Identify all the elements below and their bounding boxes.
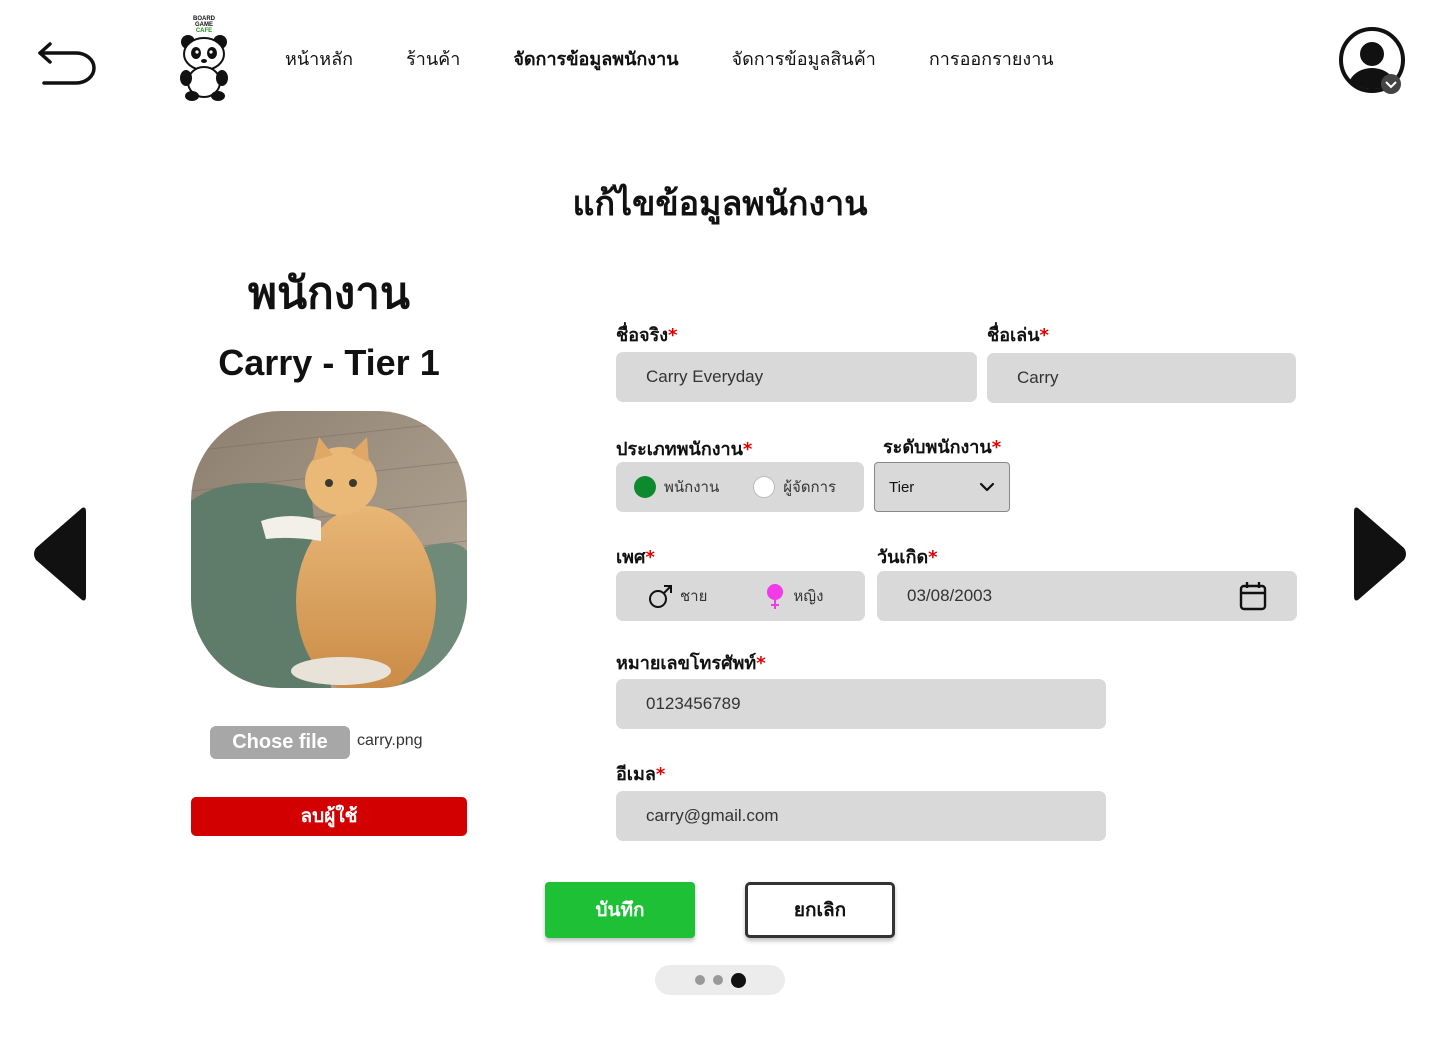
birthdate-label: วันเกิด* bbox=[877, 547, 938, 568]
gender-radio-group: ชาย หญิง bbox=[616, 571, 865, 621]
nav-shop[interactable]: ร้านค้า bbox=[406, 46, 460, 74]
nav-product-management[interactable]: จัดการข้อมูลสินค้า bbox=[732, 46, 876, 74]
main-nav: หน้าหลัก ร้านค้า จัดการข้อมูลพนักงาน จัด… bbox=[285, 46, 1107, 74]
page-dot-3[interactable] bbox=[730, 972, 746, 988]
real-name-field[interactable] bbox=[616, 352, 977, 402]
page-dot-1[interactable] bbox=[694, 975, 705, 985]
page-title: แก้ไขข้อมูลพนักงาน bbox=[572, 184, 868, 224]
required-mark: * bbox=[668, 325, 678, 346]
phone-field[interactable] bbox=[616, 679, 1106, 729]
delete-user-button[interactable]: ลบผู้ใช้ bbox=[191, 797, 467, 836]
birthdate-input[interactable] bbox=[907, 586, 1207, 606]
employee-level-value: Tier bbox=[889, 478, 915, 496]
employee-level-label: ระดับพนักงาน* bbox=[883, 437, 1002, 458]
nav-reports[interactable]: การออกรายงาน bbox=[929, 46, 1054, 74]
radio-selected-icon bbox=[634, 476, 656, 498]
user-avatar-icon bbox=[1339, 27, 1405, 94]
panda-icon bbox=[180, 35, 228, 101]
next-employee-button[interactable] bbox=[1352, 504, 1408, 604]
back-arrow-icon bbox=[38, 42, 96, 85]
email-field[interactable] bbox=[616, 791, 1106, 841]
required-mark: * bbox=[756, 653, 766, 674]
phone-label: หมายเลขโทรศัพท์* bbox=[616, 653, 766, 674]
required-mark: * bbox=[928, 547, 938, 568]
required-mark: * bbox=[991, 437, 1002, 458]
required-mark: * bbox=[742, 439, 753, 460]
nickname-input[interactable] bbox=[1017, 368, 1296, 388]
page-indicator bbox=[655, 965, 785, 995]
user-menu[interactable] bbox=[1338, 26, 1408, 96]
triangle-left-icon bbox=[34, 507, 86, 601]
real-name-input[interactable] bbox=[646, 367, 977, 387]
gender-option-female[interactable]: หญิง bbox=[765, 582, 823, 610]
phone-input[interactable] bbox=[646, 694, 1106, 714]
email-input[interactable] bbox=[646, 806, 1106, 826]
logo[interactable]: BOARD GAME CAFE bbox=[172, 16, 236, 104]
chevron-down-icon bbox=[979, 482, 995, 492]
back-button[interactable] bbox=[36, 36, 100, 88]
male-icon bbox=[649, 585, 672, 608]
gender-label: เพศ* bbox=[616, 547, 655, 568]
employee-type-option-manager[interactable]: ผู้จัดการ bbox=[753, 475, 836, 499]
nav-employee-management[interactable]: จัดการข้อมูลพนักงาน bbox=[513, 46, 678, 74]
real-name-label: ชื่อจริง* bbox=[616, 325, 678, 346]
save-button[interactable]: บันทึก bbox=[545, 882, 695, 938]
email-label: อีเมล* bbox=[616, 764, 666, 785]
file-name: carry.png bbox=[357, 732, 423, 749]
employee-photo bbox=[191, 411, 467, 688]
choose-file-button[interactable]: Chose file bbox=[210, 726, 350, 759]
radio-unselected-icon bbox=[753, 476, 776, 498]
employee-type-option-staff[interactable]: พนักงาน bbox=[634, 475, 719, 499]
nickname-label: ชื่อเล่น* bbox=[987, 325, 1049, 346]
gender-option-male[interactable]: ชาย bbox=[648, 583, 707, 609]
employee-heading: พนักงาน bbox=[248, 268, 410, 319]
birthdate-field[interactable] bbox=[877, 571, 1297, 621]
employee-level-select[interactable]: Tier bbox=[874, 462, 1010, 512]
employee-subtitle: Carry - Tier 1 bbox=[218, 342, 440, 383]
female-icon bbox=[767, 584, 784, 609]
employee-type-radio-group: พนักงาน ผู้จัดการ bbox=[616, 462, 864, 512]
nav-home[interactable]: หน้าหลัก bbox=[285, 46, 353, 74]
required-mark: * bbox=[1039, 325, 1049, 346]
triangle-right-icon bbox=[1354, 507, 1406, 601]
previous-employee-button[interactable] bbox=[32, 504, 88, 604]
required-mark: * bbox=[645, 547, 655, 568]
calendar-icon[interactable] bbox=[1239, 581, 1267, 611]
employee-type-label: ประเภทพนักงาน* bbox=[616, 439, 753, 460]
page-dot-2[interactable] bbox=[712, 975, 723, 985]
nickname-field[interactable] bbox=[987, 353, 1296, 403]
required-mark: * bbox=[655, 764, 666, 785]
cancel-button[interactable]: ยกเลิก bbox=[745, 882, 895, 938]
